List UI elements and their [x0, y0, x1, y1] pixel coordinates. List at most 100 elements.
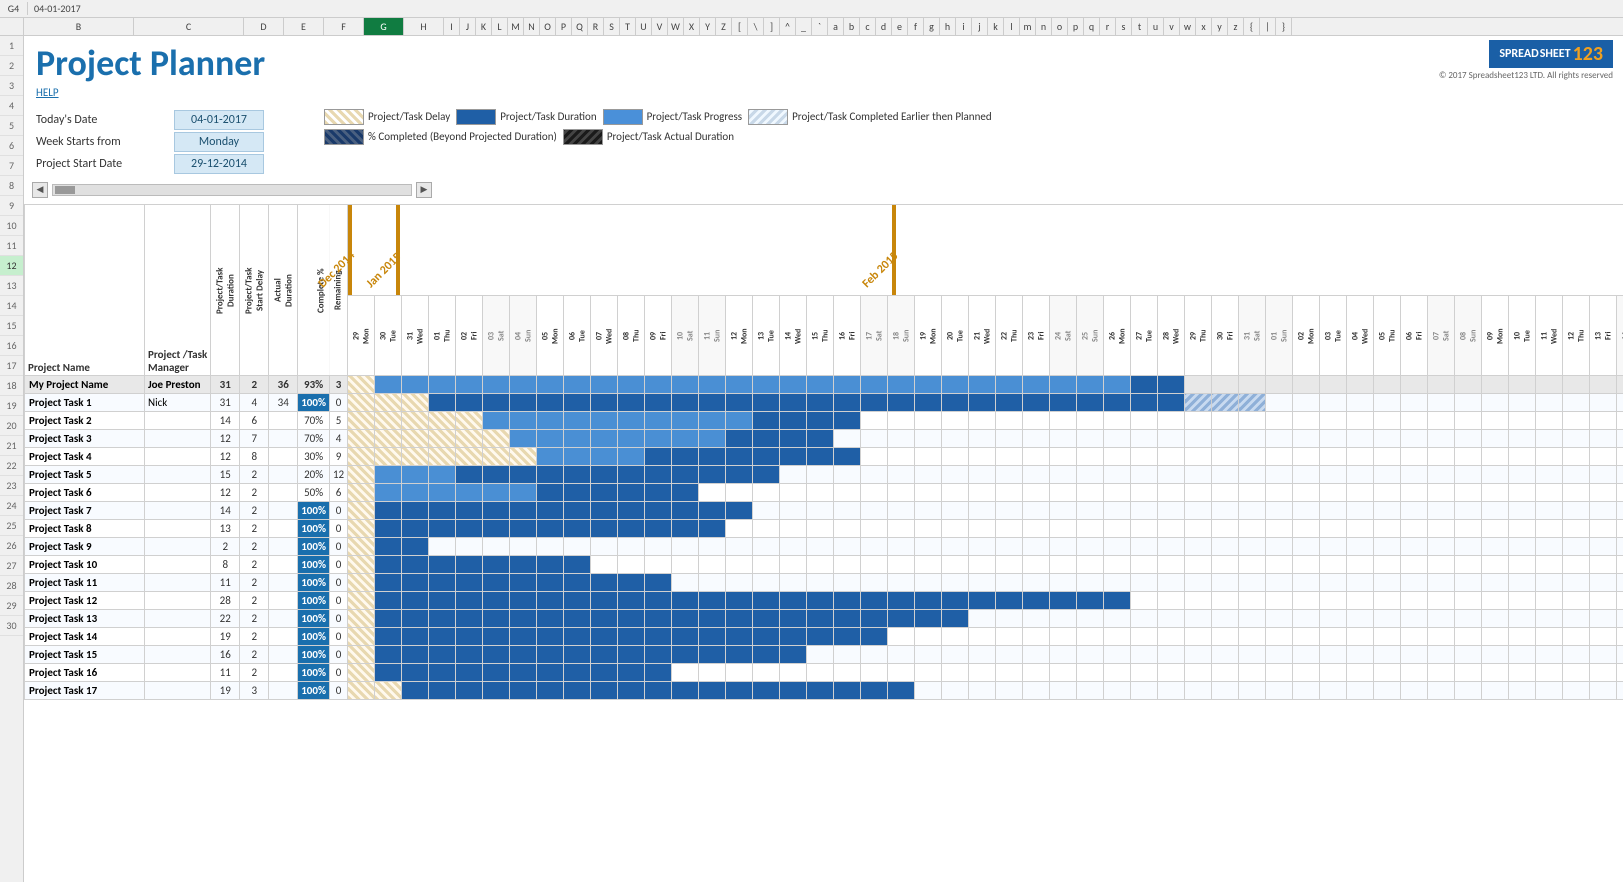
- gantt-bar-cell: [1239, 412, 1266, 430]
- gantt-bar-cell: [834, 412, 861, 430]
- gantt-bar-cell: [1158, 682, 1185, 700]
- task-complete-cell: 20%: [298, 466, 330, 484]
- gantt-bar-cell: [537, 430, 564, 448]
- gantt-bar-cell: [1401, 682, 1428, 700]
- task-name-cell: My Project Name: [25, 376, 145, 394]
- gantt-bar-cell: [1320, 448, 1347, 466]
- gantt-bar-cell: [1590, 664, 1617, 682]
- gantt-bar-cell: [483, 556, 510, 574]
- gantt-bar-cell: [1266, 448, 1293, 466]
- gantt-bar-cell: [1320, 484, 1347, 502]
- gantt-bar-cell: [1509, 610, 1536, 628]
- gantt-bar-cell: [348, 484, 375, 502]
- gantt-bar-cell: [1617, 664, 1623, 682]
- gantt-bar-cell: [1590, 646, 1617, 664]
- gantt-bar-cell: [996, 646, 1023, 664]
- row-22: 22: [0, 456, 23, 476]
- gantt-bar-cell: [1023, 448, 1050, 466]
- gantt-bar-cell: [1563, 484, 1590, 502]
- gantt-bar-cell: [1374, 484, 1401, 502]
- gantt-bar-cell: [1455, 394, 1482, 412]
- row-4: 4: [0, 96, 23, 116]
- gantt-bar-cell: [645, 628, 672, 646]
- gantt-bar-cell: [1077, 520, 1104, 538]
- gantt-bar-cell: [1239, 556, 1266, 574]
- gantt-bar-cell: [969, 466, 996, 484]
- gantt-bar-cell: [1374, 394, 1401, 412]
- gantt-bar-cell: [753, 646, 780, 664]
- gantt-bar-cell: [1050, 466, 1077, 484]
- gantt-bar-cell: [996, 538, 1023, 556]
- gantt-bar-cell: [1293, 664, 1320, 682]
- gantt-bar-cell: [1617, 466, 1623, 484]
- gantt-bar-cell: [834, 520, 861, 538]
- week-value[interactable]: Monday: [174, 132, 264, 152]
- gantt-bar-cell: [699, 538, 726, 556]
- legend-duration: Project/Task Duration: [456, 109, 596, 125]
- gantt-table-container: Project Name Project /TaskManager Projec…: [24, 204, 1623, 882]
- gantt-bar-cell: [1077, 664, 1104, 682]
- gantt-bar-cell: [807, 376, 834, 394]
- gantt-bar-cell: [942, 664, 969, 682]
- gantt-bar-cell: [375, 520, 402, 538]
- gantt-bar-cell: [1050, 520, 1077, 538]
- gantt-bar-cell: [726, 448, 753, 466]
- th-day-31: 29Thu: [1185, 296, 1212, 376]
- task-delay-cell: 2: [240, 538, 269, 556]
- scroll-left-btn[interactable]: ◀: [32, 182, 48, 198]
- gantt-bar-cell: [618, 574, 645, 592]
- th-day-18: 16Fri: [834, 296, 861, 376]
- row-3: 3: [0, 76, 23, 96]
- gantt-bar-cell: [375, 628, 402, 646]
- col-day-51: |: [1260, 18, 1276, 35]
- col-day-42: s: [1116, 18, 1132, 35]
- task-manager-cell: [145, 646, 211, 664]
- gantt-bar-cell: [861, 484, 888, 502]
- gantt-bar-cell: [1185, 466, 1212, 484]
- gantt-bar-cell: [1266, 430, 1293, 448]
- gantt-bar-cell: [483, 376, 510, 394]
- gantt-bar-cell: [1428, 448, 1455, 466]
- gantt-bar-cell: [1455, 430, 1482, 448]
- gantt-bar-cell: [1428, 556, 1455, 574]
- gantt-bar-cell: [591, 628, 618, 646]
- gantt-bar-cell: [915, 394, 942, 412]
- gantt-bar-cell: [753, 682, 780, 700]
- th-day-5: 03Sat: [483, 296, 510, 376]
- gantt-bar-cell: [1158, 484, 1185, 502]
- gantt-bar-cell: [429, 592, 456, 610]
- scroll-right-btn[interactable]: ▶: [416, 182, 432, 198]
- gantt-bar-cell: [1212, 394, 1239, 412]
- task-actual-cell: [269, 502, 298, 520]
- help-link[interactable]: HELP: [36, 86, 265, 99]
- task-duration-cell: 16: [211, 646, 240, 664]
- gantt-bar-cell: [996, 520, 1023, 538]
- gantt-bar-cell: [996, 610, 1023, 628]
- gantt-bar-cell: [726, 376, 753, 394]
- gantt-bar-cell: [1563, 574, 1590, 592]
- gantt-bar-cell: [672, 466, 699, 484]
- gantt-bar-cell: [510, 394, 537, 412]
- gantt-bar-cell: [510, 520, 537, 538]
- gantt-bar-cell: [348, 574, 375, 592]
- task-delay-cell: 2: [240, 484, 269, 502]
- gantt-bar-cell: [888, 592, 915, 610]
- task-duration-cell: 11: [211, 574, 240, 592]
- gantt-bar-cell: [429, 484, 456, 502]
- gantt-bar-cell: [1212, 430, 1239, 448]
- task-row: Project Task 214670%5: [25, 412, 1623, 430]
- gantt-bar-cell: [753, 466, 780, 484]
- gantt-bar-cell: [645, 520, 672, 538]
- task-duration-cell: 19: [211, 628, 240, 646]
- gantt-bar-cell: [591, 466, 618, 484]
- task-manager-cell: [145, 466, 211, 484]
- gantt-bar-cell: [888, 538, 915, 556]
- task-remaining-cell: 9: [329, 448, 347, 466]
- scroll-track[interactable]: [52, 184, 412, 196]
- project-start-value[interactable]: 29-12-2014: [174, 154, 264, 174]
- row-17: 17: [0, 356, 23, 376]
- gantt-bar-cell: [375, 556, 402, 574]
- gantt-bar-cell: [807, 394, 834, 412]
- gantt-bar-cell: [1023, 556, 1050, 574]
- task-name-cell: Project Task 9: [25, 538, 145, 556]
